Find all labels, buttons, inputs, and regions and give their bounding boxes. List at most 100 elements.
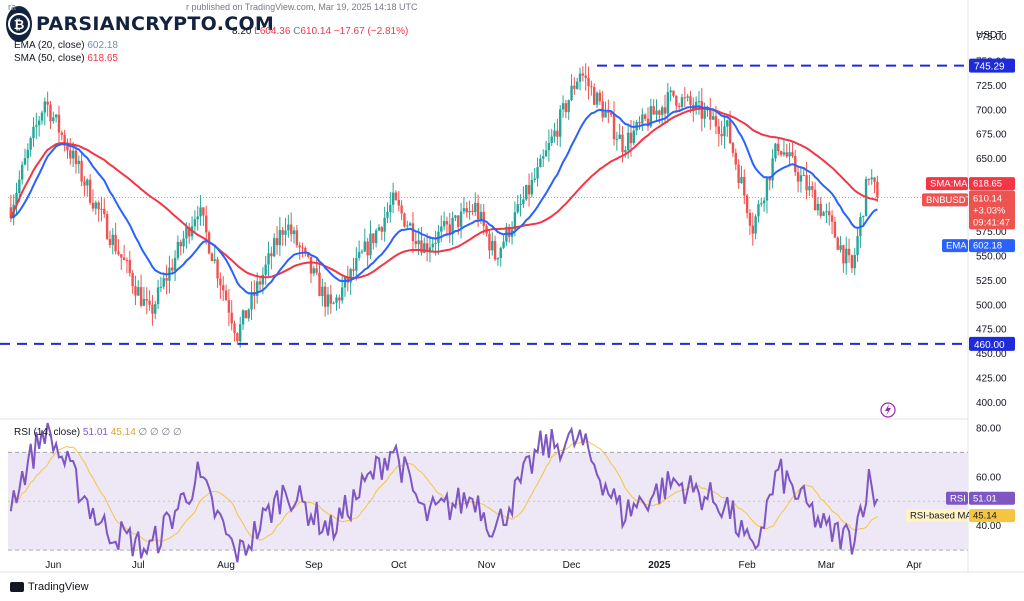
- candle-body: [493, 241, 497, 260]
- tradingview-logo-icon: [10, 582, 24, 592]
- candle-body: [516, 204, 519, 213]
- candle-body: [853, 255, 856, 269]
- candle-body: [360, 251, 364, 253]
- candle-body: [270, 253, 273, 257]
- candle-body: [607, 111, 610, 113]
- candle-body: [830, 215, 834, 222]
- candle-body: [533, 178, 536, 180]
- candle-body: [321, 286, 324, 296]
- candle-body: [669, 90, 672, 93]
- candle-body: [570, 85, 573, 101]
- candle-body: [660, 107, 664, 115]
- price-chart[interactable]: USDT775.00750.00725.00700.00675.00650.00…: [0, 0, 1024, 601]
- candle-body: [71, 150, 75, 159]
- ema-name-tag: EMA: [946, 241, 967, 252]
- x-tick-label: Jul: [132, 560, 145, 571]
- candle-body: [352, 269, 355, 271]
- candle-body: [20, 164, 24, 180]
- candle-body: [536, 167, 539, 179]
- candle-body: [389, 204, 392, 212]
- candle-body: [165, 278, 168, 281]
- rsi-legend[interactable]: RSI (14, close) 51.01 45.14 ∅ ∅ ∅ ∅: [14, 427, 182, 438]
- sma-legend[interactable]: SMA (50, close) 618.65: [14, 53, 118, 64]
- candle-body: [394, 192, 398, 200]
- candle-body: [697, 101, 701, 103]
- candle-body: [100, 208, 103, 210]
- candle-body: [683, 97, 687, 99]
- candle-body: [340, 287, 344, 301]
- candle-body: [703, 110, 706, 119]
- candle-body: [233, 323, 236, 334]
- candle-body: [672, 90, 675, 96]
- candle-body: [357, 252, 361, 258]
- candle-body: [139, 287, 143, 306]
- ohlc-header: 8.20 L604.36 C610.14 −17.67 (−2.81%): [232, 26, 408, 37]
- candle-body: [714, 116, 718, 127]
- candle-body: [836, 237, 839, 250]
- candle-body: [227, 300, 231, 313]
- candle-body: [193, 219, 197, 227]
- ema-legend[interactable]: EMA (20, close) 602.18: [14, 40, 118, 51]
- candle-body: [377, 227, 381, 231]
- x-tick-label: Apr: [906, 560, 922, 571]
- candle-body: [289, 224, 293, 235]
- candle-body: [80, 160, 83, 182]
- rsi-ma-legend-value: 45.14: [110, 427, 136, 438]
- x-tick-label: 2025: [648, 560, 671, 571]
- candle-body: [539, 158, 542, 168]
- candle-body: [624, 150, 627, 153]
- candle-body: [828, 211, 831, 216]
- candle-body: [52, 117, 55, 122]
- candle-body: [196, 216, 199, 220]
- y-tick-label: 675.00: [976, 130, 1007, 141]
- candle-body: [796, 172, 800, 182]
- candle-body: [318, 272, 321, 296]
- candle-body: [105, 214, 109, 240]
- y-tick-label: 525.00: [976, 276, 1007, 287]
- y-tick-label: 700.00: [976, 105, 1007, 116]
- candle-body: [298, 245, 301, 248]
- candle-body: [244, 310, 248, 319]
- candle-body: [338, 297, 341, 301]
- candle-body: [374, 230, 378, 244]
- candle-body: [97, 202, 100, 210]
- candle-body: [386, 211, 389, 218]
- candle-body: [825, 211, 828, 213]
- candle-body: [301, 247, 304, 249]
- sma-value-tag: 618.65: [973, 179, 1002, 190]
- candle-body: [295, 230, 299, 246]
- candle-body: [442, 221, 446, 227]
- candle-body: [626, 132, 630, 151]
- candle-body: [323, 286, 327, 307]
- candle-body: [120, 254, 123, 258]
- level-label: 460.00: [974, 340, 1005, 351]
- candle-body: [281, 230, 284, 235]
- candle-body: [32, 126, 35, 139]
- candle-body: [598, 92, 602, 102]
- tradingview-brand: TradingView: [28, 581, 89, 593]
- candle-body: [745, 195, 749, 213]
- candle-body: [850, 255, 854, 269]
- x-tick-label: Aug: [217, 560, 235, 571]
- rsi-legend-extras: ∅ ∅ ∅ ∅: [138, 427, 182, 438]
- candle-body: [148, 300, 151, 305]
- candle-body: [54, 114, 58, 118]
- candle-body: [159, 286, 163, 288]
- candle-body: [343, 276, 347, 288]
- rsi-y-tick-label: 60.00: [976, 472, 1001, 483]
- ema-legend-label: EMA (20, close): [14, 40, 85, 51]
- candle-body: [264, 264, 267, 275]
- ema-legend-value: 602.18: [87, 40, 118, 51]
- change-value: −17.67 (−2.81%): [333, 26, 409, 37]
- candle-body: [162, 278, 165, 287]
- candle-body: [83, 181, 86, 186]
- candle-body: [567, 100, 570, 113]
- candle-body: [230, 312, 233, 324]
- candle-body: [408, 223, 412, 226]
- candle-body: [236, 333, 239, 342]
- candle-body: [842, 245, 845, 264]
- candle-body: [137, 287, 140, 296]
- candle-body: [182, 238, 185, 247]
- tradingview-footer[interactable]: TradingView: [10, 581, 89, 593]
- candle-body: [199, 207, 202, 217]
